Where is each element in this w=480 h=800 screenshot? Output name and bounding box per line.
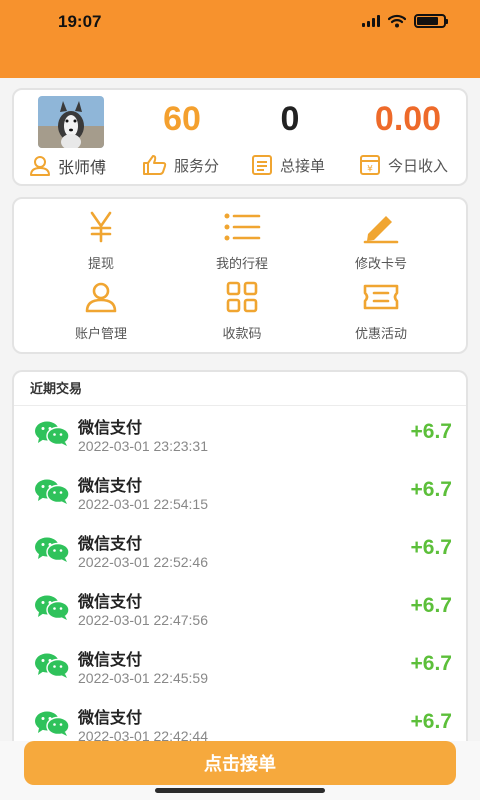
transaction-time: 2022-03-01 22:47:56 bbox=[78, 612, 208, 628]
profile-card: 60 0 0.00 张师傅 服务分 总接单 ¥ 今日收入 bbox=[12, 88, 468, 186]
transaction-method: 微信支付 bbox=[78, 650, 143, 669]
transaction-row[interactable]: 微信支付 2022-03-01 22:52:46 +6.7 bbox=[14, 522, 466, 580]
status-icons bbox=[362, 14, 448, 28]
transaction-row[interactable]: 微信支付 2022-03-01 22:54:15 +6.7 bbox=[14, 464, 466, 522]
transactions-title: 近期交易 bbox=[14, 372, 466, 406]
transaction-time: 2022-03-01 23:23:31 bbox=[78, 438, 208, 454]
signal-icon bbox=[362, 15, 380, 27]
status-time: 19:07 bbox=[58, 12, 102, 31]
transaction-amount: +6.7 bbox=[410, 420, 452, 443]
total-orders-value: 0 bbox=[280, 100, 300, 138]
transaction-amount: +6.7 bbox=[410, 594, 452, 617]
user-icon bbox=[30, 156, 50, 176]
avatar[interactable] bbox=[38, 96, 104, 148]
accept-order-button[interactable]: 点击接单 bbox=[24, 741, 456, 785]
list-icon bbox=[224, 213, 261, 241]
grid-icon bbox=[226, 281, 258, 313]
driver-name[interactable]: 张师傅 bbox=[28, 154, 106, 178]
transaction-method: 微信支付 bbox=[78, 476, 143, 495]
wechat-icon bbox=[34, 594, 70, 624]
menu-grid: 提现 我的行程 修改卡号 账户管理 收款码 优惠活动 bbox=[12, 197, 468, 354]
svg-text:¥: ¥ bbox=[367, 165, 373, 175]
pencil-icon bbox=[363, 216, 399, 244]
transaction-row[interactable]: 微信支付 2022-03-01 22:47:56 +6.7 bbox=[14, 580, 466, 638]
home-indicator bbox=[155, 788, 325, 793]
menu-item-payment-code[interactable]: 收款码 bbox=[177, 279, 307, 342]
wechat-icon bbox=[34, 420, 70, 450]
transaction-amount: +6.7 bbox=[410, 536, 452, 559]
wechat-icon bbox=[34, 710, 70, 740]
service-score-label: 服务分 bbox=[142, 154, 219, 176]
transaction-method: 微信支付 bbox=[78, 592, 143, 611]
transaction-row[interactable]: 微信支付 2022-03-01 22:45:59 +6.7 bbox=[14, 638, 466, 696]
transaction-amount: +6.7 bbox=[410, 710, 452, 733]
menu-item-promotions[interactable]: 优惠活动 bbox=[316, 279, 446, 342]
total-orders-label: 总接单 bbox=[250, 154, 325, 176]
menu-item-my-trips[interactable]: 我的行程 bbox=[177, 209, 307, 272]
transaction-list: 微信支付 2022-03-01 23:23:31 +6.7 微信支付 2022-03-0… bbox=[14, 406, 466, 754]
thumbs-up-icon bbox=[143, 155, 167, 175]
menu-item-withdraw[interactable]: 提现 bbox=[36, 209, 166, 272]
transaction-method: 微信支付 bbox=[78, 708, 143, 727]
transaction-row[interactable]: 微信支付 2022-03-01 23:23:31 +6.7 bbox=[14, 406, 466, 464]
wechat-icon bbox=[34, 478, 70, 508]
driver-name-label: 张师傅 bbox=[58, 158, 107, 177]
recent-transactions: 近期交易 微信支付 2022-03-01 23:23:31 +6.7 微信支付 2022… bbox=[12, 370, 468, 800]
transaction-time: 2022-03-01 22:54:15 bbox=[78, 496, 208, 512]
transaction-amount: +6.7 bbox=[410, 478, 452, 501]
today-income-value: 0.00 bbox=[374, 100, 442, 138]
wechat-icon bbox=[34, 652, 70, 682]
service-score-value: 60 bbox=[163, 100, 201, 138]
transaction-method: 微信支付 bbox=[78, 418, 143, 437]
transaction-time: 2022-03-01 22:45:59 bbox=[78, 670, 208, 686]
header-bar: 19:07 bbox=[0, 0, 480, 78]
menu-item-account[interactable]: 账户管理 bbox=[36, 279, 166, 342]
yen-icon bbox=[90, 211, 112, 243]
transaction-method: 微信支付 bbox=[78, 534, 143, 553]
transaction-time: 2022-03-01 22:52:46 bbox=[78, 554, 208, 570]
menu-item-edit-card[interactable]: 修改卡号 bbox=[316, 209, 446, 272]
wallet-icon: ¥ bbox=[360, 155, 380, 175]
battery-icon bbox=[414, 14, 448, 28]
today-income-label: ¥ 今日收入 bbox=[358, 154, 448, 176]
user-icon bbox=[85, 282, 117, 313]
order-list-icon bbox=[252, 155, 272, 175]
transaction-amount: +6.7 bbox=[410, 652, 452, 675]
wifi-icon bbox=[388, 14, 406, 28]
ticket-icon bbox=[363, 284, 399, 310]
wechat-icon bbox=[34, 536, 70, 566]
